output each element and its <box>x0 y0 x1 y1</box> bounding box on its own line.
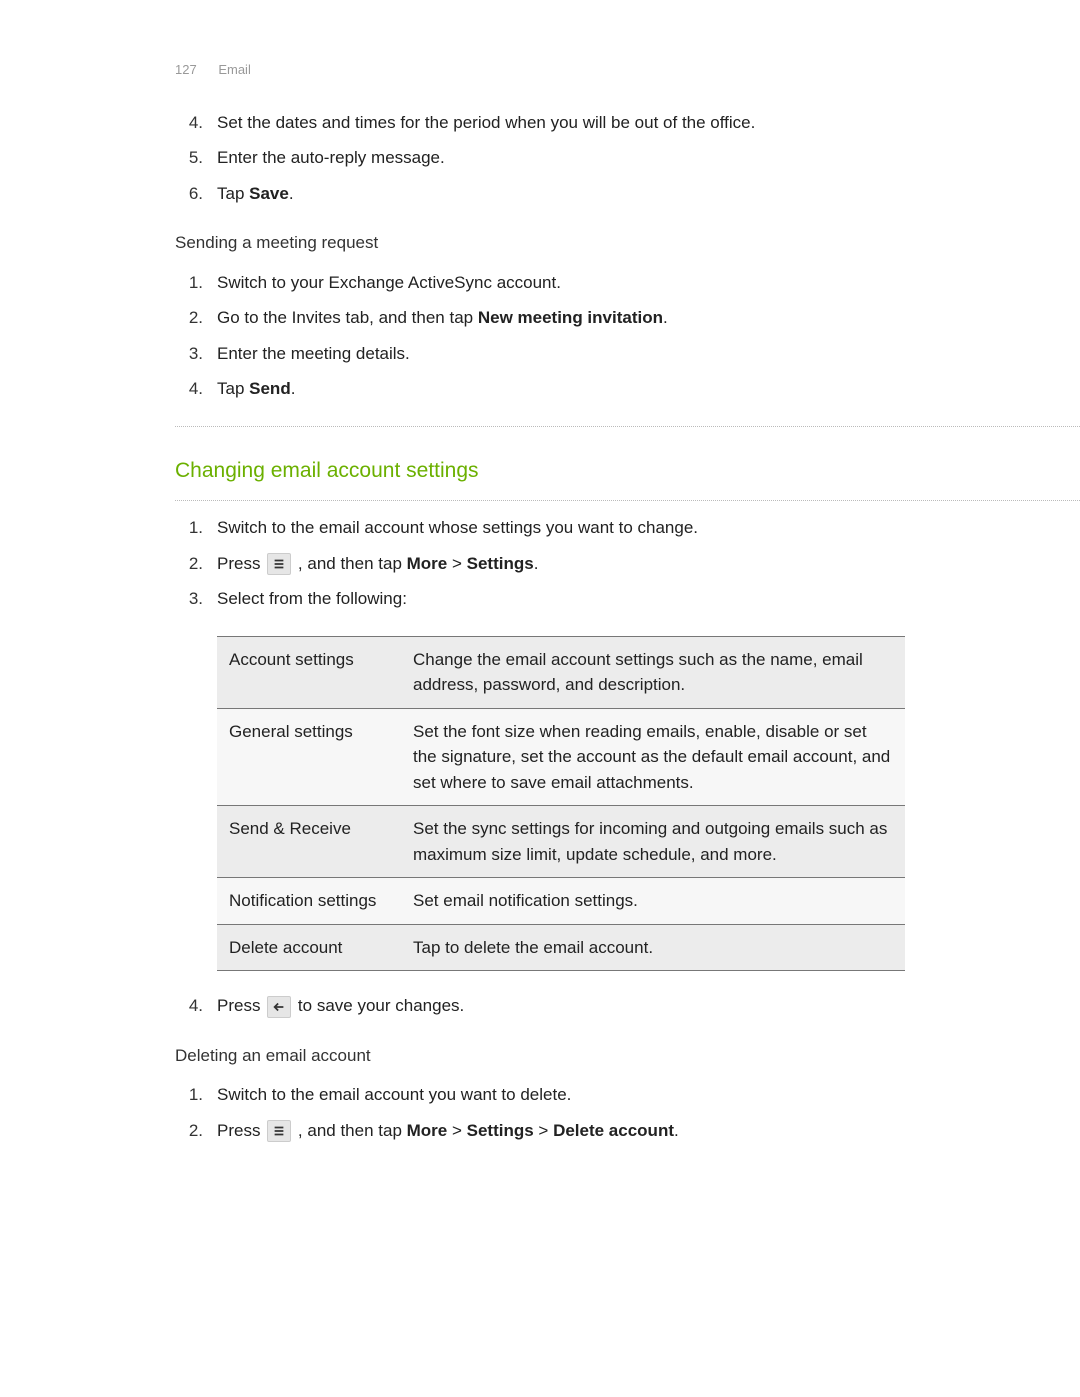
setting-desc: Change the email account settings such a… <box>401 636 905 708</box>
list-item: 3. Enter the meeting details. <box>175 341 905 367</box>
step-number: 3. <box>175 341 217 367</box>
changing-settings-step4: 4. Press to save your changes. <box>175 993 905 1019</box>
list-item: 2. Press , and then tap More > Settings. <box>175 551 905 577</box>
list-item: 3. Select from the following: <box>175 586 905 612</box>
divider <box>175 500 1080 501</box>
list-item: 1. Switch to your Exchange ActiveSync ac… <box>175 270 905 296</box>
text-fragment: > <box>534 1121 553 1140</box>
text-fragment: > <box>447 1121 466 1140</box>
changing-settings-steps: 1. Switch to the email account whose set… <box>175 515 905 612</box>
step-text: Switch to your Exchange ActiveSync accou… <box>217 270 905 296</box>
divider <box>175 426 1080 427</box>
list-item: 2. Press , and then tap More > Settings … <box>175 1118 905 1144</box>
setting-desc: Tap to delete the email account. <box>401 924 905 971</box>
sending-meeting-steps: 1. Switch to your Exchange ActiveSync ac… <box>175 270 905 402</box>
page-number: 127 <box>175 62 197 77</box>
text-fragment: . <box>289 184 294 203</box>
step-text: Enter the auto-reply message. <box>217 145 905 171</box>
step-number: 3. <box>175 586 217 612</box>
text-fragment: . <box>534 554 539 573</box>
setting-desc: Set the font size when reading emails, e… <box>401 708 905 806</box>
setting-desc: Set the sync settings for incoming and o… <box>401 806 905 878</box>
list-item: 1. Switch to the email account you want … <box>175 1082 905 1108</box>
text-fragment: . <box>663 308 668 327</box>
list-item: 6. Tap Save. <box>175 181 905 207</box>
step-text: Press to save your changes. <box>217 993 905 1019</box>
list-item: 5. Enter the auto-reply message. <box>175 145 905 171</box>
step-text: Go to the Invites tab, and then tap New … <box>217 305 905 331</box>
text-fragment: Press <box>217 554 265 573</box>
list-item: 4. Press to save your changes. <box>175 993 905 1019</box>
step-text: Set the dates and times for the period w… <box>217 110 905 136</box>
save-label: Save <box>249 184 289 203</box>
text-fragment: Press <box>217 996 265 1015</box>
step-text: Switch to the email account whose settin… <box>217 515 905 541</box>
text-fragment: > <box>447 554 466 573</box>
list-item: 1. Switch to the email account whose set… <box>175 515 905 541</box>
table-row: Delete account Tap to delete the email a… <box>217 924 905 971</box>
header-section: Email <box>218 62 251 77</box>
new-meeting-label: New meeting invitation <box>478 308 663 327</box>
step-number: 1. <box>175 1082 217 1108</box>
step-text: Tap Save. <box>217 181 905 207</box>
out-of-office-steps: 4. Set the dates and times for the perio… <box>175 110 905 207</box>
delete-account-label: Delete account <box>553 1121 674 1140</box>
back-icon <box>267 996 291 1018</box>
send-label: Send <box>249 379 291 398</box>
table-row: Notification settings Set email notifica… <box>217 878 905 925</box>
step-text: Tap Send. <box>217 376 905 402</box>
text-fragment: , and then tap <box>298 554 407 573</box>
list-item: 2. Go to the Invites tab, and then tap N… <box>175 305 905 331</box>
text-fragment: . <box>674 1121 679 1140</box>
table-row: Account settings Change the email accoun… <box>217 636 905 708</box>
setting-name: Send & Receive <box>217 806 401 878</box>
text-fragment: Tap <box>217 184 249 203</box>
step-text: Press , and then tap More > Settings > D… <box>217 1118 905 1144</box>
page-header: 127 Email <box>175 60 905 80</box>
text-fragment: Press <box>217 1121 265 1140</box>
step-number: 5. <box>175 145 217 171</box>
step-number: 2. <box>175 1118 217 1144</box>
text-fragment: to save your changes. <box>298 996 464 1015</box>
text-fragment: Go to the Invites tab, and then tap <box>217 308 478 327</box>
text-fragment: Tap <box>217 379 249 398</box>
menu-icon <box>267 553 291 575</box>
settings-label: Settings <box>467 554 534 573</box>
setting-desc: Set email notification settings. <box>401 878 905 925</box>
text-fragment: . <box>291 379 296 398</box>
step-number: 4. <box>175 376 217 402</box>
table-row: Send & Receive Set the sync settings for… <box>217 806 905 878</box>
step-text: Select from the following: <box>217 586 905 612</box>
section-title-changing-settings: Changing email account settings <box>175 455 905 487</box>
step-number: 1. <box>175 270 217 296</box>
step-number: 2. <box>175 551 217 577</box>
settings-table: Account settings Change the email accoun… <box>217 636 905 972</box>
table-row: General settings Set the font size when … <box>217 708 905 806</box>
settings-label: Settings <box>467 1121 534 1140</box>
subheading-deleting-account: Deleting an email account <box>175 1043 905 1069</box>
text-fragment: , and then tap <box>298 1121 407 1140</box>
step-number: 4. <box>175 993 217 1019</box>
step-text: Enter the meeting details. <box>217 341 905 367</box>
step-number: 6. <box>175 181 217 207</box>
step-text: Press , and then tap More > Settings. <box>217 551 905 577</box>
document-page: 127 Email 4. Set the dates and times for… <box>0 0 1080 1397</box>
step-number: 4. <box>175 110 217 136</box>
deleting-account-steps: 1. Switch to the email account you want … <box>175 1082 905 1143</box>
step-number: 2. <box>175 305 217 331</box>
setting-name: General settings <box>217 708 401 806</box>
setting-name: Delete account <box>217 924 401 971</box>
list-item: 4. Set the dates and times for the perio… <box>175 110 905 136</box>
setting-name: Notification settings <box>217 878 401 925</box>
setting-name: Account settings <box>217 636 401 708</box>
step-text: Switch to the email account you want to … <box>217 1082 905 1108</box>
list-item: 4. Tap Send. <box>175 376 905 402</box>
more-label: More <box>407 1121 448 1140</box>
more-label: More <box>407 554 448 573</box>
subheading-sending-meeting: Sending a meeting request <box>175 230 905 256</box>
menu-icon <box>267 1120 291 1142</box>
step-number: 1. <box>175 515 217 541</box>
